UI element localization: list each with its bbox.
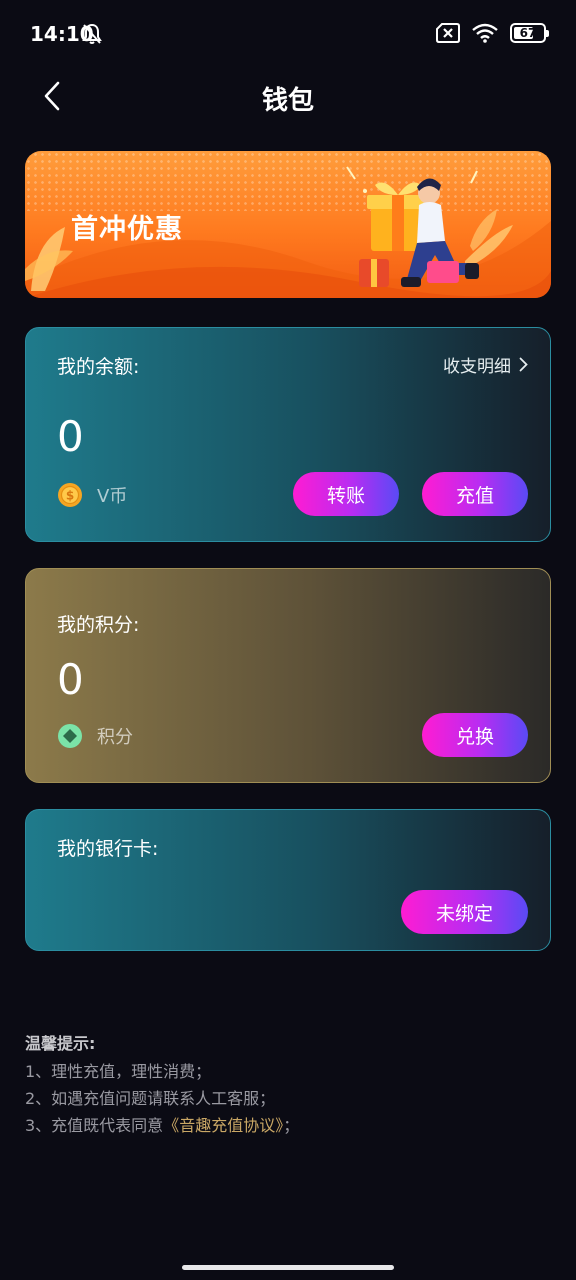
tips-section: 温馨提示: 1、理性充值，理性消费； 2、如遇充值问题请联系人工客服； 3、充值…: [25, 1030, 551, 1139]
bell-off-icon: [82, 23, 102, 44]
tip-line-3-suffix: ；: [283, 1116, 300, 1135]
tip-line-2: 2、如遇充值问题请联系人工客服；: [25, 1089, 276, 1108]
status-icons: 67: [436, 23, 549, 43]
points-label: 我的积分:: [57, 614, 140, 636]
first-recharge-banner[interactable]: 首冲优惠: [25, 151, 551, 298]
bank-card: 我的银行卡: 未绑定: [25, 809, 551, 951]
exchange-button[interactable]: 兑换: [422, 713, 528, 757]
tip-line-3: 3、充值既代表同意《音趣充值协议》；: [25, 1112, 551, 1139]
banner-title: 首冲优惠: [71, 214, 183, 245]
transaction-details-link[interactable]: 收支明细: [443, 352, 528, 377]
coin-icon: $: [58, 483, 82, 507]
nav-bar: 钱包: [0, 68, 576, 124]
tips-title: 温馨提示:: [25, 1034, 96, 1053]
points-amount: 0: [57, 655, 84, 704]
recharge-agreement-link[interactable]: 《音趣充值协议》: [163, 1116, 283, 1135]
points-unit: 积分: [97, 727, 133, 748]
balance-card: 我的余额: 收支明细 0 $ V币 转账 充值: [25, 327, 551, 542]
wifi-icon: [472, 23, 498, 43]
wallet-screen: 14:10 67 钱包 首冲优惠 我的余额: 收支明细 0 $ V币 转账 充值…: [0, 0, 576, 1280]
balance-unit: V币: [97, 486, 128, 507]
chevron-right-icon: [519, 357, 528, 372]
transaction-details-label: 收支明细: [443, 357, 511, 377]
battery-level: 67: [519, 26, 537, 40]
bank-card-label: 我的银行卡:: [57, 838, 159, 860]
tip-line-1: 1、理性充值，理性消费；: [25, 1062, 212, 1081]
battery-icon: 67: [510, 23, 549, 43]
sim-x-icon: [436, 23, 460, 43]
balance-unit-row: $ V币: [57, 482, 127, 508]
balance-amount: 0: [57, 412, 84, 461]
balance-label: 我的余额:: [57, 356, 140, 378]
status-bar: 14:10 67: [0, 0, 576, 68]
points-unit-row: 积分: [57, 723, 133, 749]
bind-bank-card-button[interactable]: 未绑定: [401, 890, 528, 934]
page-title: 钱包: [261, 86, 314, 116]
diamond-icon: [58, 724, 82, 748]
home-indicator[interactable]: [182, 1265, 394, 1270]
transfer-button[interactable]: 转账: [293, 472, 399, 516]
recharge-button[interactable]: 充值: [422, 472, 528, 516]
svg-text:$: $: [66, 489, 74, 503]
points-card: 我的积分: 0 积分 兑换: [25, 568, 551, 783]
tip-line-3-prefix: 3、充值既代表同意: [25, 1116, 164, 1135]
